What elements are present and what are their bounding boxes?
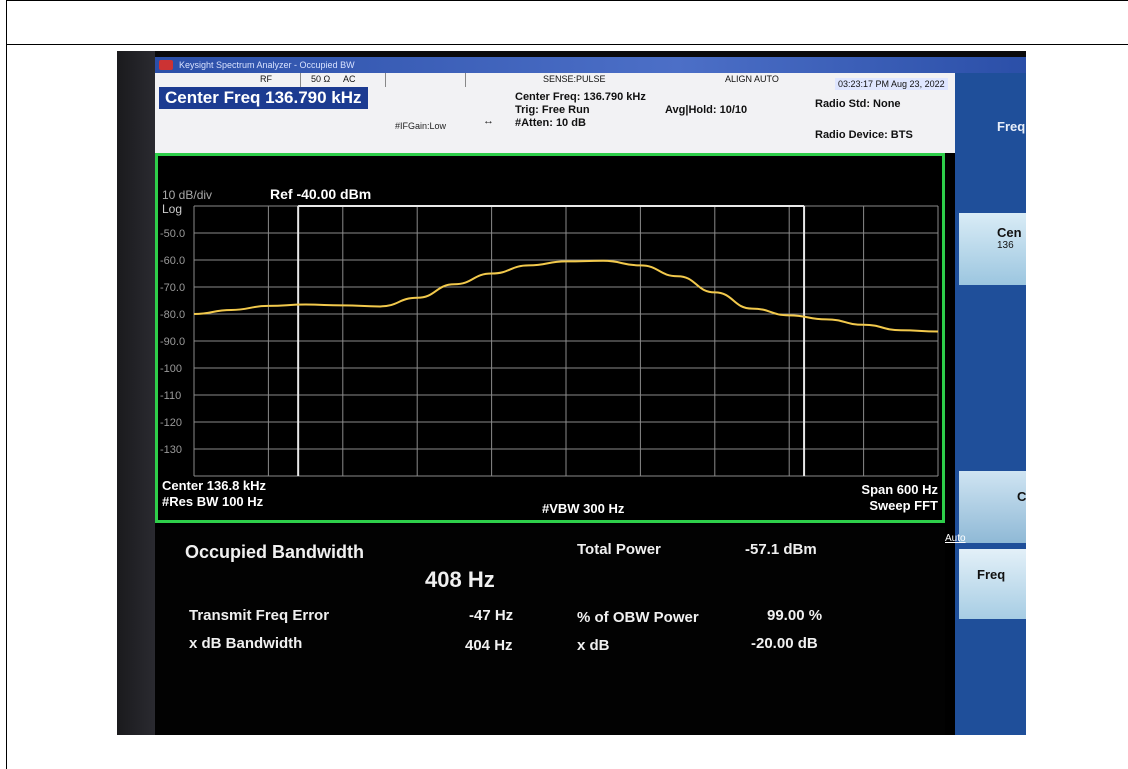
obw-power-label: % of OBW Power xyxy=(577,609,699,626)
xdb-label: x dB xyxy=(577,637,610,654)
analyzer-screen: Keysight Spectrum Analyzer - Occupied BW… xyxy=(155,57,1026,735)
softkey-freq-menu[interactable]: Freq xyxy=(959,107,1026,151)
softkey-panel: Freq Cen 136 C Auto Freq xyxy=(945,73,1026,735)
y-tick-label: -90.0 xyxy=(160,336,185,348)
ref-level-label[interactable]: Ref -40.00 dBm xyxy=(270,186,371,202)
monitor-bezel xyxy=(117,51,155,735)
y-tick-label: -120 xyxy=(160,417,182,429)
align-indicator: ALIGN AUTO xyxy=(725,74,779,84)
rf-indicator: RF xyxy=(260,74,272,84)
results-panel: Occupied Bandwidth 408 Hz Total Power -5… xyxy=(155,527,945,735)
tx-freq-error-value: -47 Hz xyxy=(469,607,514,624)
xdb-bw-value: 404 Hz xyxy=(465,637,513,654)
log-label: Log xyxy=(162,202,183,216)
keysight-app-icon xyxy=(159,60,173,70)
softkey-center-label: Cen xyxy=(997,225,1022,240)
impedance-indicator: 50 Ω xyxy=(311,74,331,84)
spectrum-plot: -50.0 -60.0 -70.0 -80.0 -90.0 -100 -110 -120 -13… xyxy=(160,205,939,477)
scale-label: 10 dB/div xyxy=(162,188,213,202)
softkey-c-label: C xyxy=(1017,489,1026,504)
tx-freq-error-label: Transmit Freq Error xyxy=(189,607,330,624)
softkey-c[interactable]: C xyxy=(959,471,1026,543)
y-tick-label: -80.0 xyxy=(160,309,185,321)
obw-value: 408 Hz xyxy=(425,567,495,592)
trigger-readout: Trig: Free Run xyxy=(515,104,590,116)
ifgain-readout: #IFGain:Low xyxy=(395,121,447,131)
y-tick-label: -100 xyxy=(160,363,182,375)
softkey-freq-offset[interactable]: Freq xyxy=(959,549,1026,619)
timestamp: 03:23:17 PM Aug 23, 2022 xyxy=(835,78,948,90)
coupling-arrow-icon: ↔ xyxy=(483,115,494,127)
y-tick-label: -60.0 xyxy=(160,255,185,267)
vbw-label: #VBW 300 Hz xyxy=(542,501,625,516)
total-power-value: -57.1 dBm xyxy=(745,541,817,558)
y-tick-label: -50.0 xyxy=(160,228,185,240)
total-power-label: Total Power xyxy=(577,541,661,558)
softkey-center-freq[interactable]: Cen 136 xyxy=(959,213,1026,285)
span-label: Span 600 Hz xyxy=(861,482,938,497)
radio-std-readout: Radio Std: None xyxy=(815,98,901,110)
res-bw-label: #Res BW 100 Hz xyxy=(162,494,264,509)
window-title: Keysight Spectrum Analyzer - Occupied BW xyxy=(179,60,355,70)
attenuation-readout: #Atten: 10 dB xyxy=(515,117,586,129)
y-tick-label: -130 xyxy=(160,444,182,456)
header-separator xyxy=(300,73,301,87)
window-titlebar: Keysight Spectrum Analyzer - Occupied BW xyxy=(155,57,1026,73)
y-tick-layer: -50.0 -60.0 -70.0 -80.0 -90.0 -100 -110 -120 -13… xyxy=(160,228,185,456)
radio-device-readout: Radio Device: BTS xyxy=(815,129,913,141)
avg-hold-readout: Avg|Hold: 10/10 xyxy=(665,104,748,116)
center-freq-title[interactable]: Center Freq 136.790 kHz xyxy=(159,87,368,109)
sweep-label: Sweep FFT xyxy=(869,498,938,513)
xdb-bw-label: x dB Bandwidth xyxy=(189,635,303,652)
xdb-value: -20.00 dB xyxy=(751,635,818,652)
sense-indicator: SENSE:PULSE xyxy=(543,74,606,84)
obw-title: Occupied Bandwidth xyxy=(185,542,365,562)
center-freq-readout: Center Freq: 136.790 kHz xyxy=(515,91,646,103)
header-divider xyxy=(6,44,1128,45)
softkey-center-value: 136 xyxy=(997,240,1014,251)
center-freq-label: Center 136.8 kHz xyxy=(162,478,267,493)
header-separator xyxy=(385,73,386,87)
coupling-indicator: AC xyxy=(343,74,356,84)
y-tick-label: -110 xyxy=(160,390,181,402)
grid-layer xyxy=(193,205,939,477)
obw-power-value: 99.00 % xyxy=(767,607,823,624)
softkey-auto-label[interactable]: Auto xyxy=(945,533,966,544)
spectrum-graph: -50.0 -60.0 -70.0 -80.0 -90.0 -100 -110 -120 -13… xyxy=(155,153,945,523)
measurement-header: RF 50 Ω AC SENSE:PULSE ALIGN AUTO 03:23:… xyxy=(155,73,955,153)
y-tick-label: -70.0 xyxy=(160,282,185,294)
analyzer-photo: Keysight Spectrum Analyzer - Occupied BW… xyxy=(117,51,1026,735)
header-separator xyxy=(465,73,466,87)
